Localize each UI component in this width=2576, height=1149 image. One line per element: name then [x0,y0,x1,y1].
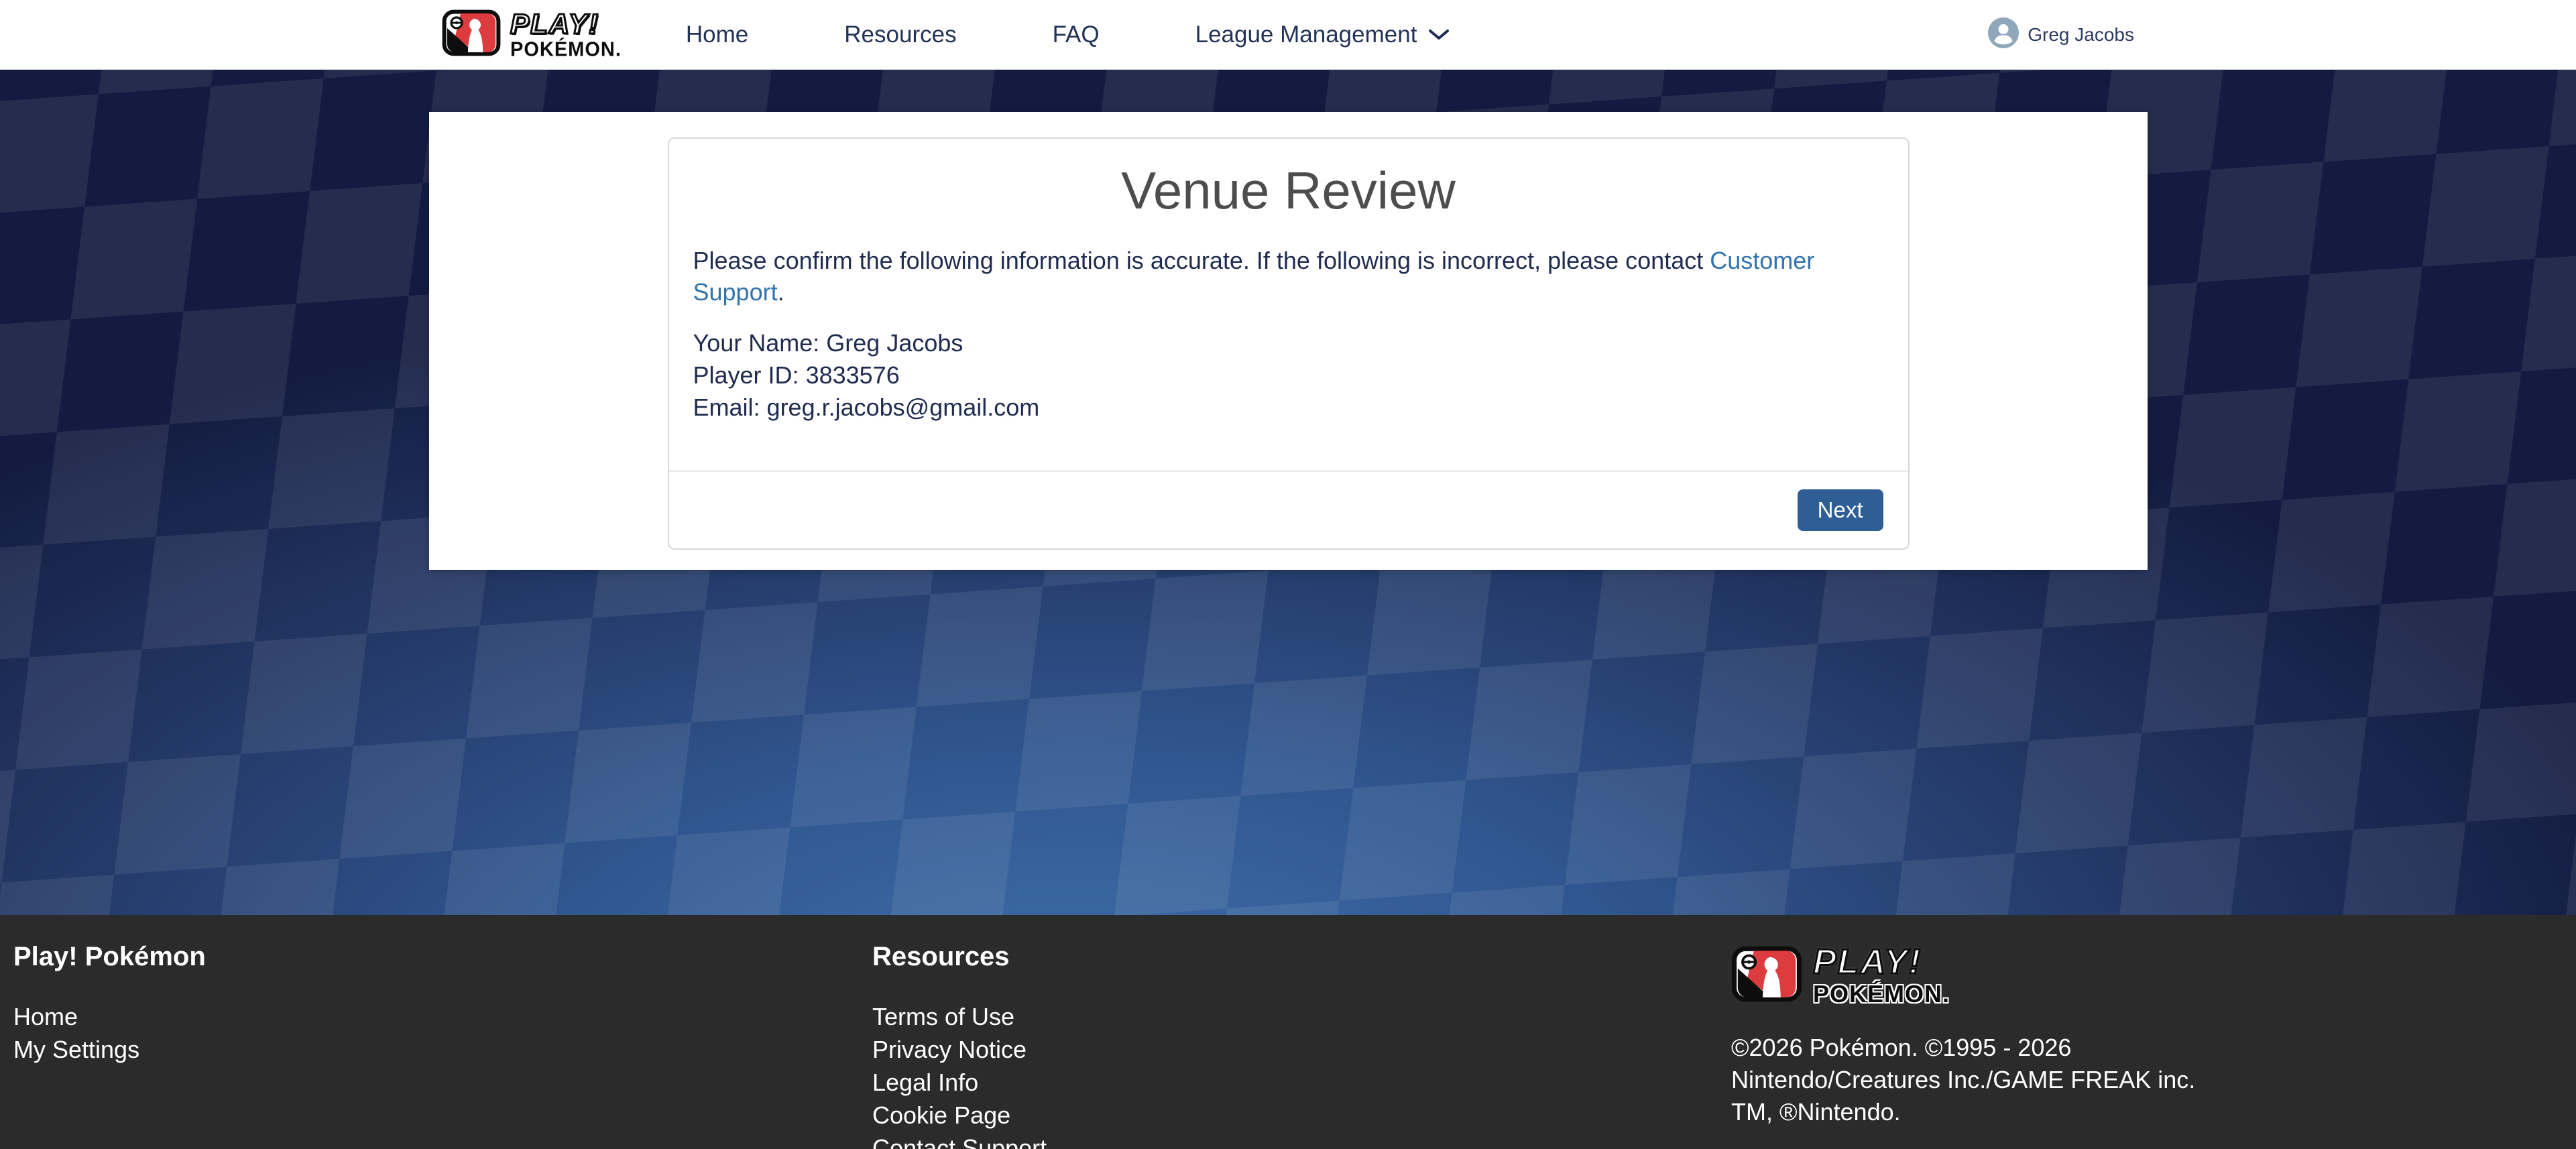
user-name: Greg Jacobs [2028,24,2134,46]
logo-pokemon-text: POKÉMON. [510,40,622,60]
user-avatar-icon [1988,17,2019,52]
chevron-down-icon [1427,21,1450,48]
player-info: Your Name: Greg Jacobs Player ID: 383357… [693,327,1884,424]
footer-link-privacy-notice[interactable]: Privacy Notice [872,1033,1718,1066]
footer-logo-icon [1731,946,1802,1006]
card-footer: Next [669,471,1908,548]
footer-link-contact-support[interactable]: Contact Support [872,1132,1718,1149]
footer-link-terms-of-use[interactable]: Terms of Use [872,1000,1718,1033]
main-nav: Home Resources FAQ League Management [686,21,1451,48]
nav-item-faq[interactable]: FAQ [1053,21,1100,48]
top-navbar: PLAY! POKÉMON. Home Resources FAQ League… [0,0,2576,70]
page-footer: Play! Pokémon Home My Settings Resources… [0,915,2576,1149]
field-player-id: Player ID: 3833576 [693,359,1884,391]
email-value: greg.r.jacobs@gmail.com [767,394,1040,421]
play-pokemon-logo-icon [442,9,501,60]
nav-item-home[interactable]: Home [686,21,748,48]
nav-item-league-management[interactable]: League Management [1195,21,1451,48]
footer-link-legal-info[interactable]: Legal Info [872,1066,1718,1099]
footer-col-play-pokemon: Play! Pokémon Home My Settings [0,942,859,1149]
nav-item-resources[interactable]: Resources [844,21,956,48]
logo-play-text: PLAY! [510,10,622,38]
page-title: Venue Review [669,160,1908,221]
footer-heading-play-pokemon: Play! Pokémon [13,942,859,972]
user-menu[interactable]: Greg Jacobs [1988,17,2134,52]
field-your-name: Your Name: Greg Jacobs [693,327,1884,359]
footer-play-pokemon-logo: PLAY! POKÉMON. [1731,945,2576,1006]
field-email: Email: greg.r.jacobs@gmail.com [693,391,1884,424]
footer-logo-play-text: PLAY! [1813,945,1950,979]
footer-col-resources: Resources Terms of Use Privacy Notice Le… [859,942,1718,1149]
venue-review-card: Venue Review Please confirm the followin… [668,137,1910,550]
footer-link-cookie-page[interactable]: Cookie Page [872,1099,1718,1132]
footer-logo-pokemon-text: POKÉMON. [1813,982,1950,1006]
play-pokemon-logo[interactable]: PLAY! POKÉMON. [442,9,622,60]
footer-link-home[interactable]: Home [13,1000,859,1033]
intro-text: Please confirm the following information… [693,245,1884,308]
copyright-text: ©2026 Pokémon. ©1995 - 2026 Nintendo/Cre… [1731,1032,2227,1128]
footer-link-my-settings[interactable]: My Settings [13,1033,859,1066]
content-panel: Venue Review Please confirm the followin… [429,112,2148,570]
player-id-value: 3833576 [806,361,900,389]
your-name-value: Greg Jacobs [826,329,963,357]
next-button[interactable]: Next [1798,489,1883,531]
footer-heading-resources: Resources [872,942,1718,972]
footer-col-legal: PLAY! POKÉMON. ©2026 Pokémon. ©1995 - 20… [1718,942,2576,1149]
